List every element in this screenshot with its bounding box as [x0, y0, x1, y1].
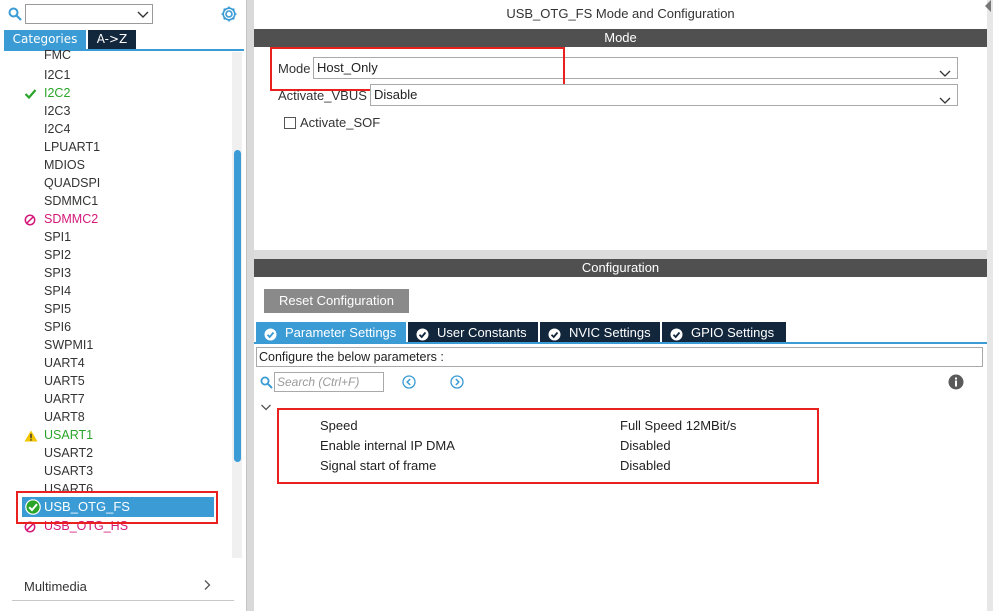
highlight-box-parameters [277, 408, 819, 484]
vbus-value: Disable [374, 87, 418, 102]
section-splitter[interactable] [254, 250, 987, 259]
ip-config-panel: USB_OTG_FS Mode and Configuration Mode M… [254, 0, 993, 611]
list-item[interactable]: UART4 [20, 354, 216, 372]
list-item[interactable]: USART2 [20, 444, 216, 462]
next-match-icon[interactable] [450, 375, 464, 392]
vbus-label: Activate_VBUS [278, 88, 367, 103]
parameters-hint: Configure the below parameters : [256, 347, 983, 367]
list-item[interactable]: UART5 [20, 372, 216, 390]
search-icon [8, 7, 22, 24]
list-item[interactable]: UART7 [20, 390, 216, 408]
gear-icon[interactable] [220, 5, 238, 26]
right-panel-scrollbar[interactable] [987, 0, 993, 611]
page-title: USB_OTG_FS Mode and Configuration [506, 6, 735, 21]
list-item[interactable]: I2C3 [20, 102, 216, 120]
list-item[interactable]: I2C1 [20, 66, 216, 84]
search-icon [260, 376, 273, 392]
tab-nvic-settings[interactable]: NVIC Settings [540, 322, 660, 343]
list-item[interactable]: SPI2 [20, 246, 216, 264]
ip-search-combo[interactable] [25, 4, 153, 24]
list-item[interactable]: UART8 [20, 408, 216, 426]
tab-user-constants[interactable]: User Constants [408, 322, 538, 343]
divider [12, 600, 234, 601]
collapse-arrow-icon[interactable] [985, 0, 991, 12]
reset-configuration-button[interactable]: Reset Configuration [264, 289, 409, 313]
list-item[interactable]: SPI5 [20, 300, 216, 318]
chevron-down-icon[interactable] [260, 401, 272, 415]
tab-parameter-settings[interactable]: Parameter Settings [256, 322, 406, 343]
list-item[interactable]: SPI1 [20, 228, 216, 246]
ip-list-scrollbar-thumb[interactable] [234, 150, 241, 462]
configuration-section-header: Configuration [254, 259, 987, 277]
list-item[interactable]: FMC [20, 50, 216, 64]
list-item[interactable]: SPI4 [20, 282, 216, 300]
list-item[interactable]: SPI3 [20, 264, 216, 282]
chevron-down-icon[interactable] [939, 91, 951, 111]
list-item[interactable]: I2C4 [20, 120, 216, 138]
parameter-search-input[interactable]: Search (Ctrl+F) [274, 372, 384, 392]
tab-underline [254, 342, 987, 344]
chevron-down-icon[interactable] [137, 9, 149, 23]
list-item[interactable]: USART1 [20, 426, 216, 444]
mode-section-header: Mode [254, 29, 987, 47]
tab-gpio-settings[interactable]: GPIO Settings [662, 322, 786, 343]
category-multimedia[interactable]: Multimedia [24, 576, 224, 598]
list-item[interactable]: SWPMI1 [20, 336, 216, 354]
category-tabs: Categories A->Z [4, 30, 244, 50]
vbus-select[interactable]: Disable [370, 84, 958, 106]
tab-categories[interactable]: Categories [4, 30, 86, 49]
chevron-down-icon[interactable] [939, 64, 951, 84]
previous-match-icon[interactable] [402, 375, 416, 392]
list-item[interactable]: QUADSPI [20, 174, 216, 192]
info-icon[interactable] [948, 374, 964, 393]
ip-tree-panel: Categories A->Z FMC I2C1 I2C2 I2C3 I2C4 … [0, 0, 246, 611]
list-item[interactable]: USART3 [20, 462, 216, 480]
list-item[interactable]: LPUART1 [20, 138, 216, 156]
sof-label: Activate_SOF [300, 115, 381, 130]
tab-a-to-z[interactable]: A->Z [88, 30, 136, 49]
sof-checkbox[interactable] [284, 117, 296, 129]
ip-search-row [6, 4, 246, 26]
list-item[interactable]: I2C2 [20, 84, 216, 102]
list-item[interactable]: SPI6 [20, 318, 216, 336]
list-item[interactable]: MDIOS [20, 156, 216, 174]
panel-splitter[interactable] [246, 0, 254, 611]
highlight-box-usb-otg-fs [16, 491, 218, 524]
list-item[interactable]: SDMMC1 [20, 192, 216, 210]
chevron-right-icon[interactable] [202, 579, 212, 594]
list-item[interactable]: SDMMC2 [20, 210, 216, 228]
